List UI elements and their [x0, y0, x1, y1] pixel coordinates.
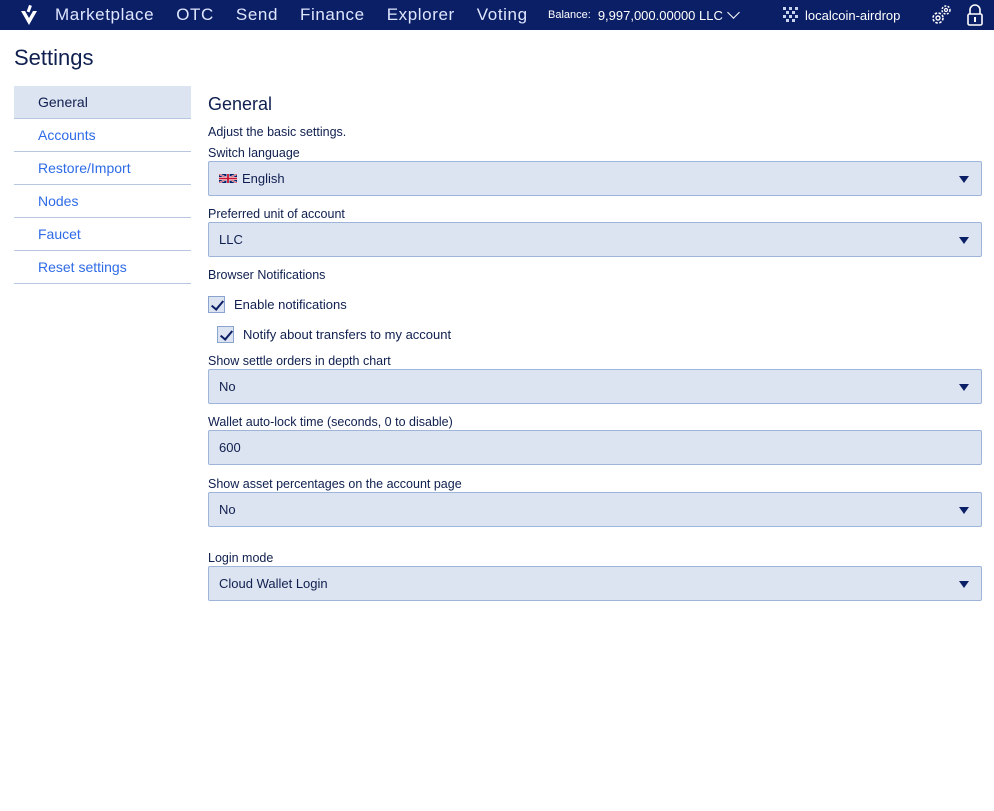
- caret-down-icon: [959, 507, 969, 514]
- section-heading: General: [208, 94, 273, 114]
- account-identicon-icon: [783, 7, 798, 22]
- nav-send[interactable]: Send: [236, 5, 278, 25]
- account-switcher[interactable]: localcoin-airdrop: [781, 0, 900, 30]
- balance-dropdown[interactable]: Balance: 9,997,000.00000 LLC: [548, 0, 740, 30]
- sidebar-item-nodes[interactable]: Nodes: [14, 185, 191, 218]
- enable-notifications-label: Enable notifications: [234, 297, 347, 312]
- lock-icon[interactable]: [963, 3, 987, 27]
- nav-marketplace[interactable]: Marketplace: [55, 5, 154, 25]
- settle-orders-label: Show settle orders in depth chart: [208, 354, 391, 368]
- main-nav: Marketplace OTC Send Finance Explorer Vo…: [55, 0, 550, 30]
- nav-otc[interactable]: OTC: [176, 5, 214, 25]
- asset-percentages-value: No: [219, 502, 236, 517]
- notify-transfers-row[interactable]: Notify about transfers to my account: [217, 326, 451, 343]
- caret-down-icon: [959, 176, 969, 183]
- asset-percentages-label: Show asset percentages on the account pa…: [208, 477, 462, 491]
- caret-down-icon: [959, 581, 969, 588]
- localcoin-logo-icon[interactable]: [18, 3, 40, 27]
- notifications-label: Browser Notifications: [208, 268, 326, 282]
- enable-notifications-checkbox[interactable]: [208, 296, 225, 313]
- settings-sidebar: General Accounts Restore/Import Nodes Fa…: [14, 86, 191, 284]
- settle-orders-select[interactable]: No: [208, 369, 982, 404]
- sidebar-item-accounts[interactable]: Accounts: [14, 119, 191, 152]
- language-select[interactable]: English: [208, 161, 982, 196]
- settings-gear-icon[interactable]: [929, 3, 953, 27]
- unit-value: LLC: [219, 232, 243, 247]
- top-navbar: Marketplace OTC Send Finance Explorer Vo…: [0, 0, 994, 30]
- nav-explorer[interactable]: Explorer: [387, 5, 455, 25]
- balance-value: 9,997,000.00000 LLC: [597, 7, 723, 23]
- autolock-label: Wallet auto-lock time (seconds, 0 to dis…: [208, 415, 453, 429]
- sidebar-item-faucet[interactable]: Faucet: [14, 218, 191, 251]
- page-title: Settings: [14, 45, 94, 70]
- settle-orders-value: No: [219, 379, 236, 394]
- nav-finance[interactable]: Finance: [300, 5, 365, 25]
- unit-label: Preferred unit of account: [208, 207, 345, 221]
- balance-label: Balance:: [548, 9, 591, 21]
- sidebar-item-reset-settings[interactable]: Reset settings: [14, 251, 191, 284]
- account-name: localcoin-airdrop: [805, 7, 901, 23]
- caret-down-icon: [959, 237, 969, 244]
- language-value: English: [242, 171, 285, 186]
- section-description: Adjust the basic settings.: [208, 125, 347, 139]
- caret-down-icon: [959, 384, 969, 391]
- uk-flag-icon: [219, 173, 237, 184]
- sidebar-item-restore-import[interactable]: Restore/Import: [14, 152, 191, 185]
- sidebar-item-general[interactable]: General: [14, 86, 191, 119]
- enable-notifications-row[interactable]: Enable notifications: [208, 296, 347, 313]
- asset-percentages-select[interactable]: No: [208, 492, 982, 527]
- unit-select[interactable]: LLC: [208, 222, 982, 257]
- notify-transfers-label: Notify about transfers to my account: [243, 327, 452, 342]
- login-mode-value: Cloud Wallet Login: [219, 576, 328, 591]
- nav-voting[interactable]: Voting: [477, 5, 528, 25]
- login-mode-label: Login mode: [208, 551, 274, 565]
- login-mode-select[interactable]: Cloud Wallet Login: [208, 566, 982, 601]
- autolock-input[interactable]: [208, 430, 982, 465]
- chevron-down-icon: [727, 6, 740, 19]
- notify-transfers-checkbox[interactable]: [217, 326, 234, 343]
- language-label: Switch language: [208, 146, 300, 160]
